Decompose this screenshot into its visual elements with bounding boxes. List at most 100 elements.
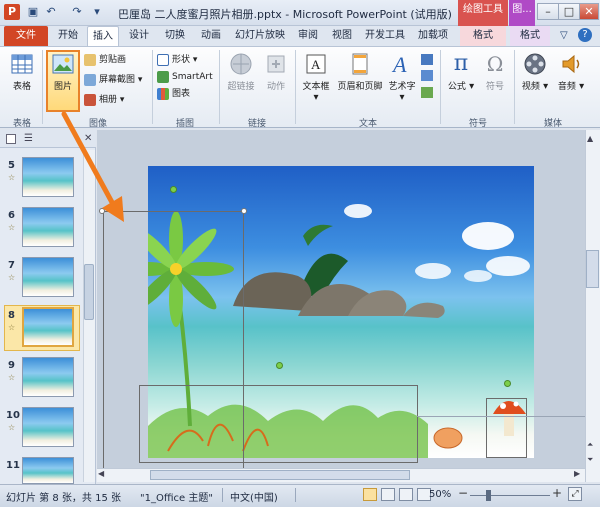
previous-slide-icon[interactable]: ⏶	[587, 440, 593, 450]
slide-thumbnail[interactable]	[22, 257, 74, 297]
context-header-picture-tools: 图...	[509, 0, 535, 26]
tab-home[interactable]: 开始	[54, 26, 82, 46]
group-label-links: 链接	[247, 119, 266, 129]
screenshot-button[interactable]: 屏幕截图 ▾	[84, 73, 142, 88]
thumbnail-number: 5	[8, 160, 15, 171]
tab-addins[interactable]: 加载项	[414, 26, 452, 46]
clipart-button[interactable]: 剪贴画	[84, 53, 126, 68]
clipart-icon	[84, 53, 96, 66]
smartart-button[interactable]: SmartArt	[157, 70, 213, 85]
close-button[interactable]: ✕	[579, 3, 599, 20]
thumbnail-number: 9	[8, 360, 15, 371]
save-icon[interactable]: ▣	[26, 5, 40, 19]
group-label-media: 媒体	[543, 119, 562, 129]
tab-format-picture[interactable]: 格式	[510, 26, 550, 46]
tab-developer[interactable]: 开发工具	[361, 26, 409, 46]
normal-view-icon[interactable]	[363, 488, 377, 501]
window-title: 巴厘岛 二人度蜜月照片相册.pptx - Microsoft PowerPoin…	[118, 8, 452, 21]
rotate-handle[interactable]	[276, 362, 283, 369]
zoom-out-icon[interactable]: −	[458, 486, 468, 500]
theme-name[interactable]: "1_Office 主题"	[140, 489, 213, 504]
fit-to-window-icon[interactable]: ⤢	[568, 487, 582, 501]
table-button[interactable]: 表格	[4, 50, 40, 112]
shapes-icon	[157, 53, 169, 66]
zoom-slider-thumb[interactable]	[486, 490, 491, 501]
customize-qat-icon[interactable]: ▾	[90, 5, 104, 19]
rotate-handle[interactable]	[504, 380, 511, 387]
zoom-in-icon[interactable]: +	[552, 486, 562, 500]
reading-view-icon[interactable]	[399, 488, 413, 501]
minimize-button[interactable]: –	[537, 3, 559, 20]
slides-tab-icon[interactable]	[6, 134, 16, 144]
video-button[interactable]: 视频 ▾	[518, 50, 552, 112]
scroll-up-icon[interactable]: ▲	[587, 134, 593, 143]
scroll-left-icon[interactable]: ◀	[98, 469, 104, 478]
tab-review[interactable]: 审阅	[294, 26, 322, 46]
object-icon[interactable]	[421, 87, 433, 98]
tab-transitions[interactable]: 切换	[160, 26, 190, 46]
smartart-icon	[157, 70, 169, 83]
wordart-icon: A	[391, 52, 407, 76]
date-time-icon[interactable]	[421, 54, 433, 65]
selection-frame-grass[interactable]	[139, 385, 418, 463]
slide-thumbnail-selected[interactable]	[22, 307, 74, 347]
action-icon	[267, 55, 285, 73]
star-icon: ☆	[8, 423, 16, 432]
resize-handle[interactable]	[241, 208, 247, 214]
selection-frame-mushroom[interactable]	[486, 398, 527, 458]
slide-counter: 幻灯片 第 8 张，共 15 张	[6, 493, 121, 504]
hyperlink-icon	[230, 53, 252, 75]
header-footer-button[interactable]: 页眉和页脚	[336, 50, 384, 112]
scroll-right-icon[interactable]: ▶	[574, 469, 580, 478]
maximize-button[interactable]: □	[558, 3, 580, 20]
action-button[interactable]: 动作	[262, 50, 290, 112]
photo-album-button[interactable]: 相册 ▾	[84, 93, 124, 108]
zoom-level[interactable]: 50%	[429, 489, 451, 500]
tab-file[interactable]: 文件	[4, 26, 48, 46]
header-footer-icon	[352, 53, 368, 75]
hyperlink-button[interactable]: 超链接	[223, 50, 259, 112]
table-icon	[11, 54, 33, 74]
tab-view[interactable]: 视图	[328, 26, 356, 46]
language-indicator[interactable]: 中文(中国)	[230, 489, 278, 504]
next-slide-icon[interactable]: ⏷	[587, 455, 593, 465]
textbox-icon: A	[306, 54, 326, 74]
status-separator	[295, 488, 296, 502]
help-icon[interactable]: ?	[578, 28, 592, 42]
slide-thumbnail[interactable]	[22, 457, 74, 484]
equation-button[interactable]: π 公式 ▾	[445, 50, 477, 112]
chart-button[interactable]: 图表	[157, 87, 190, 102]
group-label-table: 表格	[12, 119, 31, 129]
symbol-button[interactable]: Ω 符号	[481, 50, 509, 112]
ribbon-collapse-icon[interactable]: ▽	[560, 30, 568, 41]
audio-button[interactable]: 音频 ▾	[556, 50, 586, 112]
svg-text:A: A	[391, 52, 407, 76]
tab-design[interactable]: 设计	[124, 26, 154, 46]
redo-icon[interactable]: ↷	[70, 5, 84, 19]
undo-icon[interactable]: ↶	[44, 5, 58, 19]
horizontal-scroll-thumb[interactable]	[150, 470, 410, 480]
vertical-scroll-thumb[interactable]	[586, 250, 599, 288]
slide-number-icon[interactable]	[421, 70, 433, 81]
orange-arrow-annotation	[61, 111, 124, 222]
thumbnail-number: 7	[8, 260, 15, 271]
wordart-button[interactable]: A 艺术字 ▾	[386, 50, 418, 112]
tab-slideshow[interactable]: 幻灯片放映	[232, 26, 288, 46]
tab-insert[interactable]: 插入	[87, 26, 119, 46]
slide-thumbnail[interactable]	[22, 357, 74, 397]
picture-button[interactable]: 图片	[47, 50, 79, 112]
textbox-button[interactable]: A 文本框 ▾	[299, 50, 333, 112]
rotate-handle[interactable]	[170, 186, 177, 193]
tab-format-drawing[interactable]: 格式	[460, 26, 506, 46]
shapes-button[interactable]: 形状 ▾	[157, 53, 197, 68]
zoom-slider-track[interactable]	[470, 495, 550, 496]
star-icon: ☆	[8, 323, 16, 332]
vertical-scrollbar[interactable]	[585, 130, 600, 482]
powerpoint-logo-icon[interactable]: P	[4, 4, 20, 20]
outline-tab-icon[interactable]: ☰	[24, 133, 33, 144]
ribbon-separator	[295, 50, 296, 124]
tab-animations[interactable]: 动画	[196, 26, 226, 46]
pane-scrollbar-thumb[interactable]	[84, 264, 94, 320]
slide-thumbnail[interactable]	[22, 407, 74, 447]
slide-sorter-icon[interactable]	[381, 488, 395, 501]
